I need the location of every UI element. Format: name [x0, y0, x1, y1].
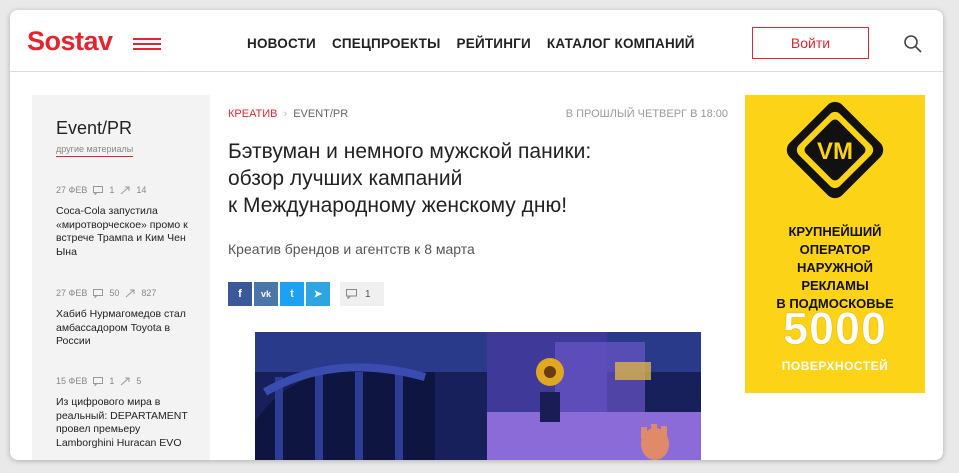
telegram-share-button[interactable]: ➤ [306, 282, 330, 306]
list-item: 27 ФЕВ 50 827 Хабиб Нурмагомедов стал ам… [56, 288, 196, 349]
nav-ratings[interactable]: РЕЙТИНГИ [457, 36, 531, 51]
ad-line: ОПЕРАТОР [799, 242, 871, 257]
item-comments-count: 50 [109, 288, 120, 298]
related-sidebar: Event/PR другие материалы 27 ФЕВ 1 14 Co… [32, 95, 210, 460]
headline-line: к Международному женскому дню! [228, 194, 568, 217]
vm-logo-icon: VM [786, 101, 884, 199]
sidebar-article-link[interactable]: Хабиб Нурмагомедов стал амбассадором Toy… [56, 308, 196, 349]
item-date: 15 ФЕВ [56, 376, 88, 386]
item-date: 27 ФЕВ [56, 288, 88, 298]
menu-icon[interactable] [133, 38, 161, 52]
item-views-count: 14 [136, 185, 147, 195]
twitter-icon: t [290, 288, 294, 300]
article-illustration [255, 332, 701, 460]
headline-line: Бэтвуман и немного мужской паники: [228, 140, 592, 163]
comment-icon [93, 288, 104, 298]
facebook-icon: f [238, 288, 242, 300]
comment-icon [93, 376, 104, 386]
breadcrumb-subcategory[interactable]: EVENT/PR [293, 108, 348, 120]
nav-news[interactable]: НОВОСТИ [247, 36, 316, 51]
advertisement-banner[interactable]: VM КРУПНЕЙШИЙ ОПЕРАТОР НАРУЖНОЙ РЕКЛАМЫ … [745, 95, 925, 393]
main-nav: НОВОСТИ СПЕЦПРОЕКТЫ РЕЙТИНГИ КАТАЛОГ КОМ… [247, 36, 695, 51]
comments-count: 1 [365, 288, 371, 300]
ad-headline: КРУПНЕЙШИЙ ОПЕРАТОР НАРУЖНОЙ РЕКЛАМЫ В П… [745, 223, 925, 313]
headline-line: обзор лучших кампаний [228, 167, 463, 190]
nav-company-catalog[interactable]: КАТАЛОГ КОМПАНИЙ [547, 36, 695, 51]
item-views-count: 5 [136, 376, 142, 386]
article-date: В ПРОШЛЫЙ ЧЕТВЕРГ В 18:00 [565, 108, 728, 120]
vk-share-button[interactable]: vk [254, 282, 278, 306]
site-header: Sostav НОВОСТИ СПЕЦПРОЕКТЫ РЕЙТИНГИ КАТА… [10, 10, 943, 72]
sostav-logo[interactable]: Sostav [27, 26, 113, 57]
telegram-icon: ➤ [313, 288, 323, 300]
share-icon [121, 186, 130, 194]
ad-line: НАРУЖНОЙ [797, 260, 873, 275]
twitter-share-button[interactable]: t [280, 282, 304, 306]
list-item: 15 ФЕВ 1 5 Из цифрового мира в реальный:… [56, 376, 196, 450]
ad-line: РЕКЛАМЫ [801, 278, 869, 293]
login-button[interactable]: Войти [752, 27, 869, 59]
article-lead: Креатив брендов и агентств к 8 марта [228, 241, 475, 257]
breadcrumb-category[interactable]: КРЕАТИВ [228, 108, 278, 120]
vk-icon: vk [260, 289, 271, 299]
item-comments-count: 1 [109, 376, 115, 386]
sidebar-title: Event/PR [56, 118, 133, 138]
breadcrumb: КРЕАТИВ › EVENT/PR [228, 108, 348, 120]
comment-icon [346, 289, 357, 299]
share-bar: f vk t ➤ 1 [228, 282, 384, 306]
share-icon [121, 377, 130, 385]
item-views-count: 827 [141, 288, 157, 298]
chevron-right-icon: › [283, 108, 288, 120]
comments-button[interactable]: 1 [340, 282, 384, 306]
article-headline: Бэтвуман и немного мужской паники: обзор… [228, 138, 688, 219]
nav-special-projects[interactable]: СПЕЦПРОЕКТЫ [332, 36, 441, 51]
ad-subtitle: ПОВЕРХНОСТЕЙ [781, 359, 889, 373]
list-item: 27 ФЕВ 1 14 Coca-Cola запустила «миротво… [56, 185, 196, 259]
sidebar-other-materials-link[interactable]: другие материалы [56, 144, 134, 157]
search-icon[interactable] [903, 34, 923, 54]
comment-icon [93, 185, 104, 195]
ad-line: КРУПНЕЙШИЙ [788, 224, 882, 239]
sidebar-article-link[interactable]: Из цифрового мира в реальный: DEPARTAMEN… [56, 396, 196, 450]
facebook-share-button[interactable]: f [228, 282, 252, 306]
item-comments-count: 1 [109, 185, 115, 195]
item-date: 27 ФЕВ [56, 185, 88, 195]
ad-number: 5000 [782, 303, 888, 355]
browser-page: Sostav НОВОСТИ СПЕЦПРОЕКТЫ РЕЙТИНГИ КАТА… [10, 10, 943, 460]
share-icon [126, 289, 135, 297]
ad-logo-text: VM [817, 138, 853, 165]
sidebar-article-link[interactable]: Coca-Cola запустила «миротворческое» про… [56, 205, 196, 259]
